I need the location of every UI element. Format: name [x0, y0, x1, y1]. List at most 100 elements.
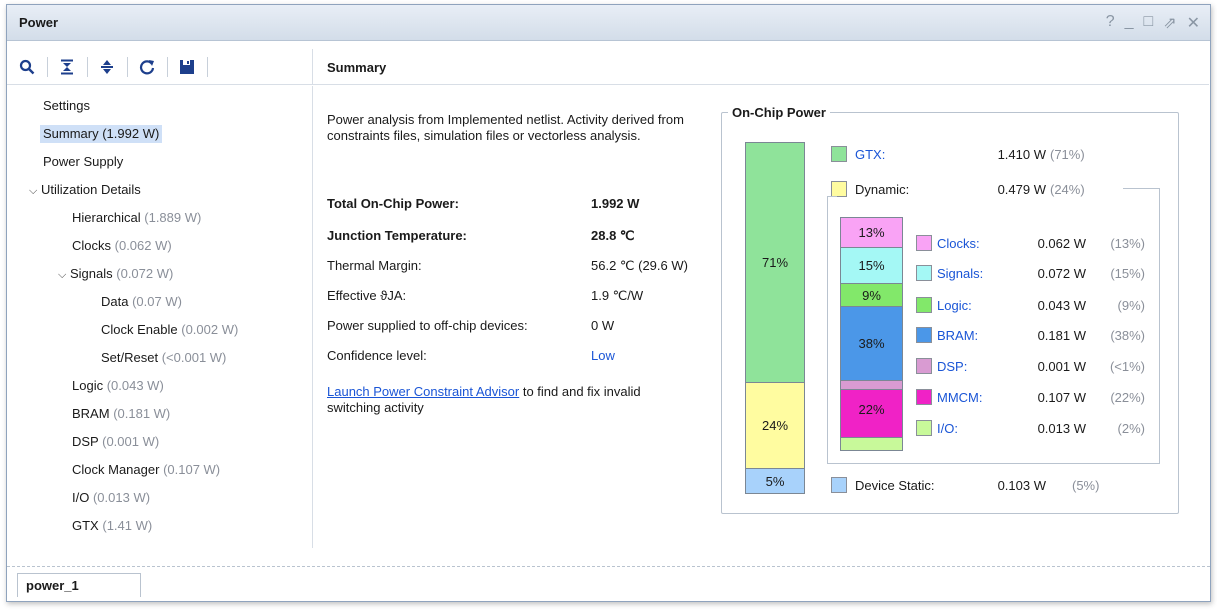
signals-value: 0.072 W — [1037, 266, 1086, 281]
tree-logic-value: (0.043 W) — [106, 378, 164, 393]
dynamic-swatch — [831, 181, 847, 197]
expand-all-icon[interactable] — [93, 53, 121, 81]
dsp-value: 0.001 W — [1037, 359, 1086, 374]
close-icon[interactable]: ✕ — [1187, 13, 1200, 33]
signals-swatch — [916, 265, 932, 281]
tree-dsp[interactable]: DSP (0.001 W) — [72, 433, 159, 451]
tree-power-supply[interactable]: Power Supply — [43, 153, 123, 171]
device-static-label: Device Static: — [855, 478, 935, 493]
tree-settings[interactable]: Settings — [43, 97, 90, 115]
clocks-label[interactable]: Clocks: — [937, 236, 980, 251]
io-label[interactable]: I/O: — [937, 421, 958, 436]
title-bar: Power ? _ □ ⇗ ✕ — [7, 5, 1210, 41]
search-icon[interactable] — [13, 53, 41, 81]
dynamic-value: 0.479 W — [997, 182, 1046, 197]
tree-clock-enable-label: Clock Enable — [101, 322, 178, 337]
bram-value: 0.181 W — [1037, 328, 1086, 343]
io-swatch — [916, 420, 932, 436]
tree-hierarchical[interactable]: Hierarchical (1.889 W) — [72, 209, 201, 227]
tree-signals-label: Signals — [70, 266, 113, 281]
collapse-all-icon[interactable] — [53, 53, 81, 81]
advisor-text: Launch Power Constraint Advisor to find … — [327, 384, 687, 416]
mmcm-pct: (22%) — [1110, 390, 1145, 405]
tree-clocks-value: (0.062 W) — [114, 238, 172, 253]
tree-hierarchical-label: Hierarchical — [72, 210, 141, 225]
float-icon[interactable]: ⇗ — [1163, 13, 1176, 33]
clocks-swatch — [916, 235, 932, 251]
mmcm-swatch — [916, 389, 932, 405]
tree-set-reset[interactable]: Set/Reset (<0.001 W) — [101, 349, 226, 367]
dsp-pct: (<1%) — [1109, 359, 1145, 374]
device-static-swatch — [831, 477, 847, 493]
chevron-down-icon[interactable]: ⌵ — [58, 266, 70, 284]
dsp-swatch — [916, 358, 932, 374]
on-chip-power-legend: On-Chip Power — [728, 105, 830, 120]
clocks-value: 0.062 W — [1037, 236, 1086, 251]
sub-clocks-segment: 13% — [840, 217, 903, 248]
confidence-value[interactable]: Low — [591, 348, 615, 363]
help-icon[interactable]: ? — [1106, 13, 1115, 33]
tree-clock-manager-value: (0.107 W) — [163, 462, 221, 477]
sub-io-segment — [840, 437, 903, 451]
dsp-label[interactable]: DSP: — [937, 359, 967, 374]
gtx-swatch — [831, 146, 847, 162]
thermal-margin-value: 56.2 ℃ (29.6 W) — [591, 258, 688, 273]
sub-logic-segment: 9% — [840, 283, 903, 307]
refresh-icon[interactable] — [133, 53, 161, 81]
bar-dynamic-segment: 24% — [745, 382, 805, 469]
io-value: 0.013 W — [1037, 421, 1086, 436]
tree-bram[interactable]: BRAM (0.181 W) — [72, 405, 170, 423]
confidence-label: Confidence level: — [327, 348, 427, 363]
toolbar — [7, 49, 313, 85]
tab-power-1[interactable]: power_1 — [17, 573, 141, 597]
tree-signals[interactable]: ⌵ Signals (0.072 W) — [58, 265, 173, 284]
logic-value: 0.043 W — [1037, 298, 1086, 313]
tree-logic[interactable]: Logic (0.043 W) — [72, 377, 164, 395]
clocks-pct: (13%) — [1110, 236, 1145, 251]
tree-data[interactable]: Data (0.07 W) — [101, 293, 182, 311]
tree-hierarchical-value: (1.889 W) — [144, 210, 202, 225]
bram-label[interactable]: BRAM: — [937, 328, 978, 343]
logic-label[interactable]: Logic: — [937, 298, 972, 313]
effective-theta-label: Effective ϑJA: — [327, 288, 407, 303]
dynamic-bracket-corner — [1159, 188, 1160, 196]
signals-label[interactable]: Signals: — [937, 266, 983, 281]
tree-set-reset-label: Set/Reset — [101, 350, 159, 365]
sub-signals-segment: 15% — [840, 247, 903, 284]
tree-utilization-details[interactable]: ⌵ Utilization Details — [29, 181, 141, 200]
tree-gtx-value: (1.41 W) — [102, 518, 153, 533]
mmcm-value: 0.107 W — [1037, 390, 1086, 405]
tree-bram-value: (0.181 W) — [113, 406, 171, 421]
gtx-label[interactable]: GTX: — [855, 147, 885, 162]
tree-clock-manager-label: Clock Manager — [72, 462, 160, 477]
junction-temp-value: 28.8 ℃ — [591, 228, 635, 243]
total-power-value: 1.992 W — [591, 196, 640, 211]
summary-description: Power analysis from Implemented netlist.… — [327, 112, 684, 143]
chevron-down-icon[interactable]: ⌵ — [29, 182, 41, 200]
window-title: Power — [19, 15, 59, 30]
maximize-icon[interactable]: □ — [1144, 13, 1154, 33]
bar-static-segment: 5% — [745, 468, 805, 494]
signals-pct: (15%) — [1110, 266, 1145, 281]
dynamic-label: Dynamic: — [855, 182, 910, 197]
tree-clocks[interactable]: Clocks (0.062 W) — [72, 237, 172, 255]
tree-gtx[interactable]: GTX (1.41 W) — [72, 517, 152, 535]
save-icon[interactable] — [173, 53, 201, 81]
summary-heading: Summary — [327, 60, 387, 75]
tree-bram-label: BRAM — [72, 406, 110, 421]
minimize-icon[interactable]: _ — [1125, 13, 1134, 33]
tree-clock-manager[interactable]: Clock Manager (0.107 W) — [72, 461, 220, 479]
tree-set-reset-value: (<0.001 W) — [161, 350, 227, 365]
tree-summary[interactable]: Summary (1.992 W) — [40, 125, 163, 143]
device-static-value: 0.103 W — [997, 478, 1046, 493]
io-pct: (2%) — [1117, 421, 1145, 436]
dynamic-bracket-left — [827, 196, 837, 197]
tree-data-label: Data — [101, 294, 129, 309]
tree-dsp-label: DSP — [72, 434, 99, 449]
tree-clock-enable[interactable]: Clock Enable (0.002 W) — [101, 321, 238, 339]
tree-io[interactable]: I/O (0.013 W) — [72, 489, 150, 507]
advisor-link[interactable]: Launch Power Constraint Advisor — [327, 384, 519, 399]
mmcm-label[interactable]: MMCM: — [937, 390, 983, 405]
tree-utilization-label: Utilization Details — [41, 182, 141, 197]
gtx-pct: (71%) — [1050, 147, 1085, 162]
